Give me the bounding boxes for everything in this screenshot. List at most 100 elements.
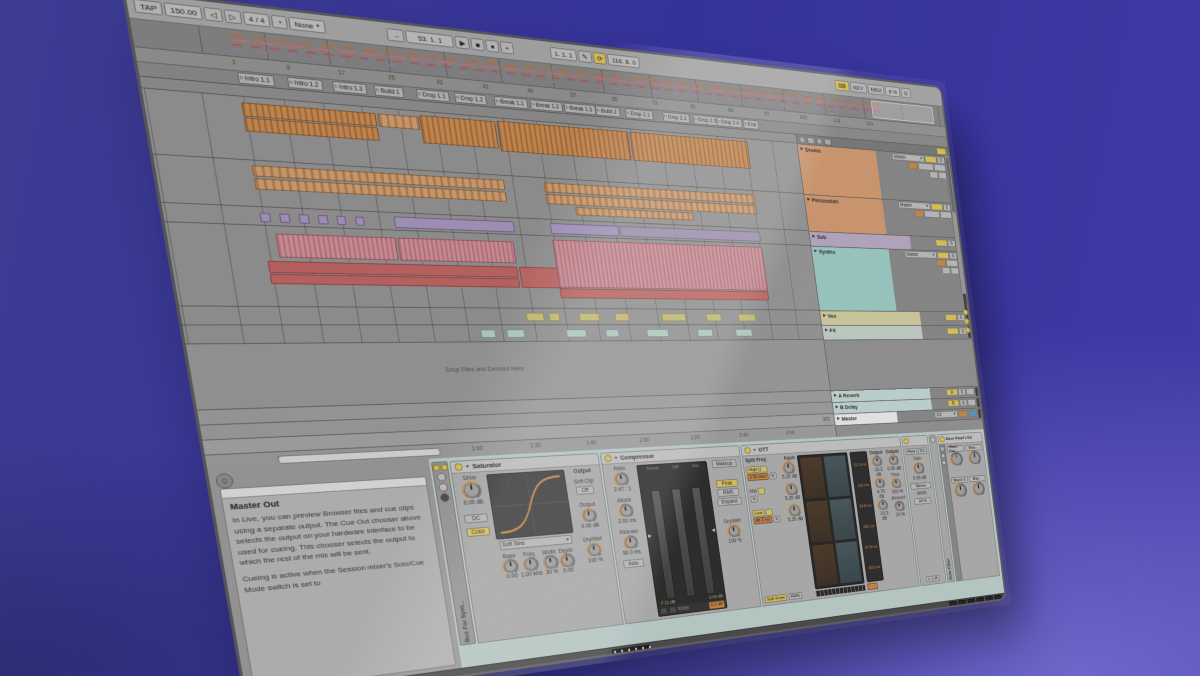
- phase-right-button[interactable]: R: [933, 575, 940, 582]
- high-band-button[interactable]: High: [746, 466, 760, 474]
- pan-field[interactable]: [918, 163, 934, 171]
- clip[interactable]: [579, 313, 600, 321]
- clip[interactable]: [553, 240, 768, 291]
- draw-mode-icon[interactable]: ✎: [577, 50, 592, 63]
- locator[interactable]: ▷Drop 2.2: [662, 112, 690, 124]
- color-button[interactable]: Color: [466, 527, 490, 537]
- track-activator-button[interactable]: [931, 203, 944, 211]
- clip[interactable]: [646, 329, 669, 337]
- fold-icon[interactable]: ▶: [823, 313, 826, 317]
- track-name[interactable]: ▶ Master: [834, 412, 898, 426]
- info-view-icon[interactable]: ☺: [215, 473, 235, 489]
- volume-field[interactable]: [908, 162, 918, 170]
- vox-lane[interactable]: [179, 306, 821, 325]
- return-activator-button[interactable]: B: [947, 400, 959, 407]
- loop-length-field[interactable]: 116. 8. 0: [607, 54, 640, 69]
- clip[interactable]: [397, 238, 517, 264]
- drywet-knob[interactable]: [728, 525, 740, 537]
- band-solo-button[interactable]: S: [769, 472, 777, 479]
- solo-button[interactable]: S: [958, 388, 966, 395]
- volume-field[interactable]: [936, 259, 946, 266]
- midi-map-button[interactable]: MIDI: [867, 84, 885, 96]
- band-cell[interactable]: [823, 455, 851, 498]
- key-map-button[interactable]: KEY: [849, 82, 867, 94]
- clip[interactable]: [419, 115, 499, 148]
- returns-toggle-icon[interactable]: [816, 137, 823, 144]
- clip[interactable]: [548, 313, 560, 321]
- output-routing-chooser[interactable]: Master▼: [904, 251, 937, 259]
- device-activator-icons[interactable]: [432, 464, 449, 472]
- play-button[interactable]: ▶: [454, 36, 470, 50]
- send-field[interactable]: [966, 388, 975, 395]
- clip[interactable]: [566, 329, 587, 337]
- high-output-knob[interactable]: [872, 457, 881, 467]
- locator[interactable]: ▷Drop 1.2: [454, 92, 487, 105]
- metronome-icon[interactable]: ◔: [271, 15, 288, 30]
- clip[interactable]: [605, 329, 620, 337]
- macro-knob[interactable]: [973, 483, 985, 496]
- nudge-down-button[interactable]: ◁: [203, 7, 223, 22]
- fold-icon[interactable]: ▶: [812, 234, 815, 239]
- clip[interactable]: [355, 217, 366, 226]
- clip[interactable]: [377, 113, 420, 130]
- release-knob[interactable]: [624, 536, 637, 549]
- volume-field[interactable]: [914, 210, 924, 218]
- loop-switch[interactable]: ⟳: [592, 52, 607, 65]
- attack-knob[interactable]: [619, 505, 632, 518]
- phase-left-button[interactable]: L: [926, 576, 932, 583]
- low-input-knob[interactable]: [789, 505, 801, 517]
- clip[interactable]: [706, 314, 722, 322]
- fold-icon[interactable]: ▶: [807, 197, 810, 202]
- arrangement-position-field[interactable]: 53. 1. 1: [405, 30, 454, 48]
- band-cell[interactable]: [835, 540, 862, 584]
- clip[interactable]: [526, 313, 545, 321]
- freq-knob[interactable]: [523, 558, 538, 572]
- clip[interactable]: [506, 329, 525, 337]
- track-activator-button[interactable]: [935, 239, 947, 246]
- clip[interactable]: [317, 215, 328, 224]
- drywet-knob[interactable]: [587, 544, 601, 557]
- loop-start-field[interactable]: 1. 1. 1: [549, 47, 577, 62]
- clip[interactable]: [519, 267, 562, 289]
- band-solo-button[interactable]: S: [750, 496, 758, 503]
- clip[interactable]: [275, 233, 399, 260]
- return-activator-button[interactable]: A: [946, 389, 958, 396]
- base-knob[interactable]: [503, 560, 518, 574]
- locator[interactable]: ▷Intro 1.3: [332, 81, 367, 95]
- sidechain-icon[interactable]: [660, 607, 669, 615]
- device-activator-button[interactable]: [744, 447, 751, 454]
- soft-knee-button[interactable]: Soft Knee: [764, 594, 787, 603]
- device-activator-button[interactable]: [903, 438, 909, 445]
- time-knob[interactable]: [892, 479, 901, 489]
- tap-tempo-button[interactable]: TAP: [133, 0, 164, 16]
- stop-button[interactable]: ■: [470, 38, 485, 52]
- locator[interactable]: ▷Intro 1.2: [287, 77, 324, 91]
- solo-button[interactable]: S: [959, 399, 967, 406]
- clip[interactable]: [336, 216, 347, 225]
- fold-icon[interactable]: ▶: [800, 147, 803, 152]
- width-field[interactable]: 24 %: [914, 497, 931, 505]
- device-activator-button[interactable]: [930, 437, 936, 444]
- ratio-knob[interactable]: [614, 473, 627, 486]
- depth-knob[interactable]: [560, 554, 574, 567]
- gain-field[interactable]: [934, 164, 946, 172]
- io-icon[interactable]: [440, 493, 450, 502]
- gain-field[interactable]: [940, 211, 952, 219]
- locator[interactable]: ▷Build 1: [374, 85, 405, 98]
- output-knob[interactable]: [582, 509, 596, 522]
- locator[interactable]: ▷Drop 2.1: [625, 108, 654, 120]
- follow-button[interactable]: →: [386, 28, 405, 42]
- locator[interactable]: ▷Drop 1.1: [416, 89, 450, 102]
- mid-input-knob[interactable]: [786, 484, 798, 496]
- io-icon[interactable]: [438, 483, 448, 492]
- device-activator-button[interactable]: [454, 463, 463, 471]
- mixer-toggle-icon[interactable]: [807, 137, 815, 144]
- clip[interactable]: [629, 132, 751, 169]
- low-split-freq-field[interactable]: 88.3 Hz: [753, 516, 772, 524]
- auto-release-button[interactable]: Auto: [623, 559, 644, 569]
- dc-button[interactable]: DC: [464, 513, 488, 523]
- threshold-handle[interactable]: ▶: [648, 533, 652, 539]
- high-input-knob[interactable]: [783, 462, 795, 474]
- io-toggle-icon[interactable]: [799, 136, 806, 143]
- clip[interactable]: [279, 213, 290, 223]
